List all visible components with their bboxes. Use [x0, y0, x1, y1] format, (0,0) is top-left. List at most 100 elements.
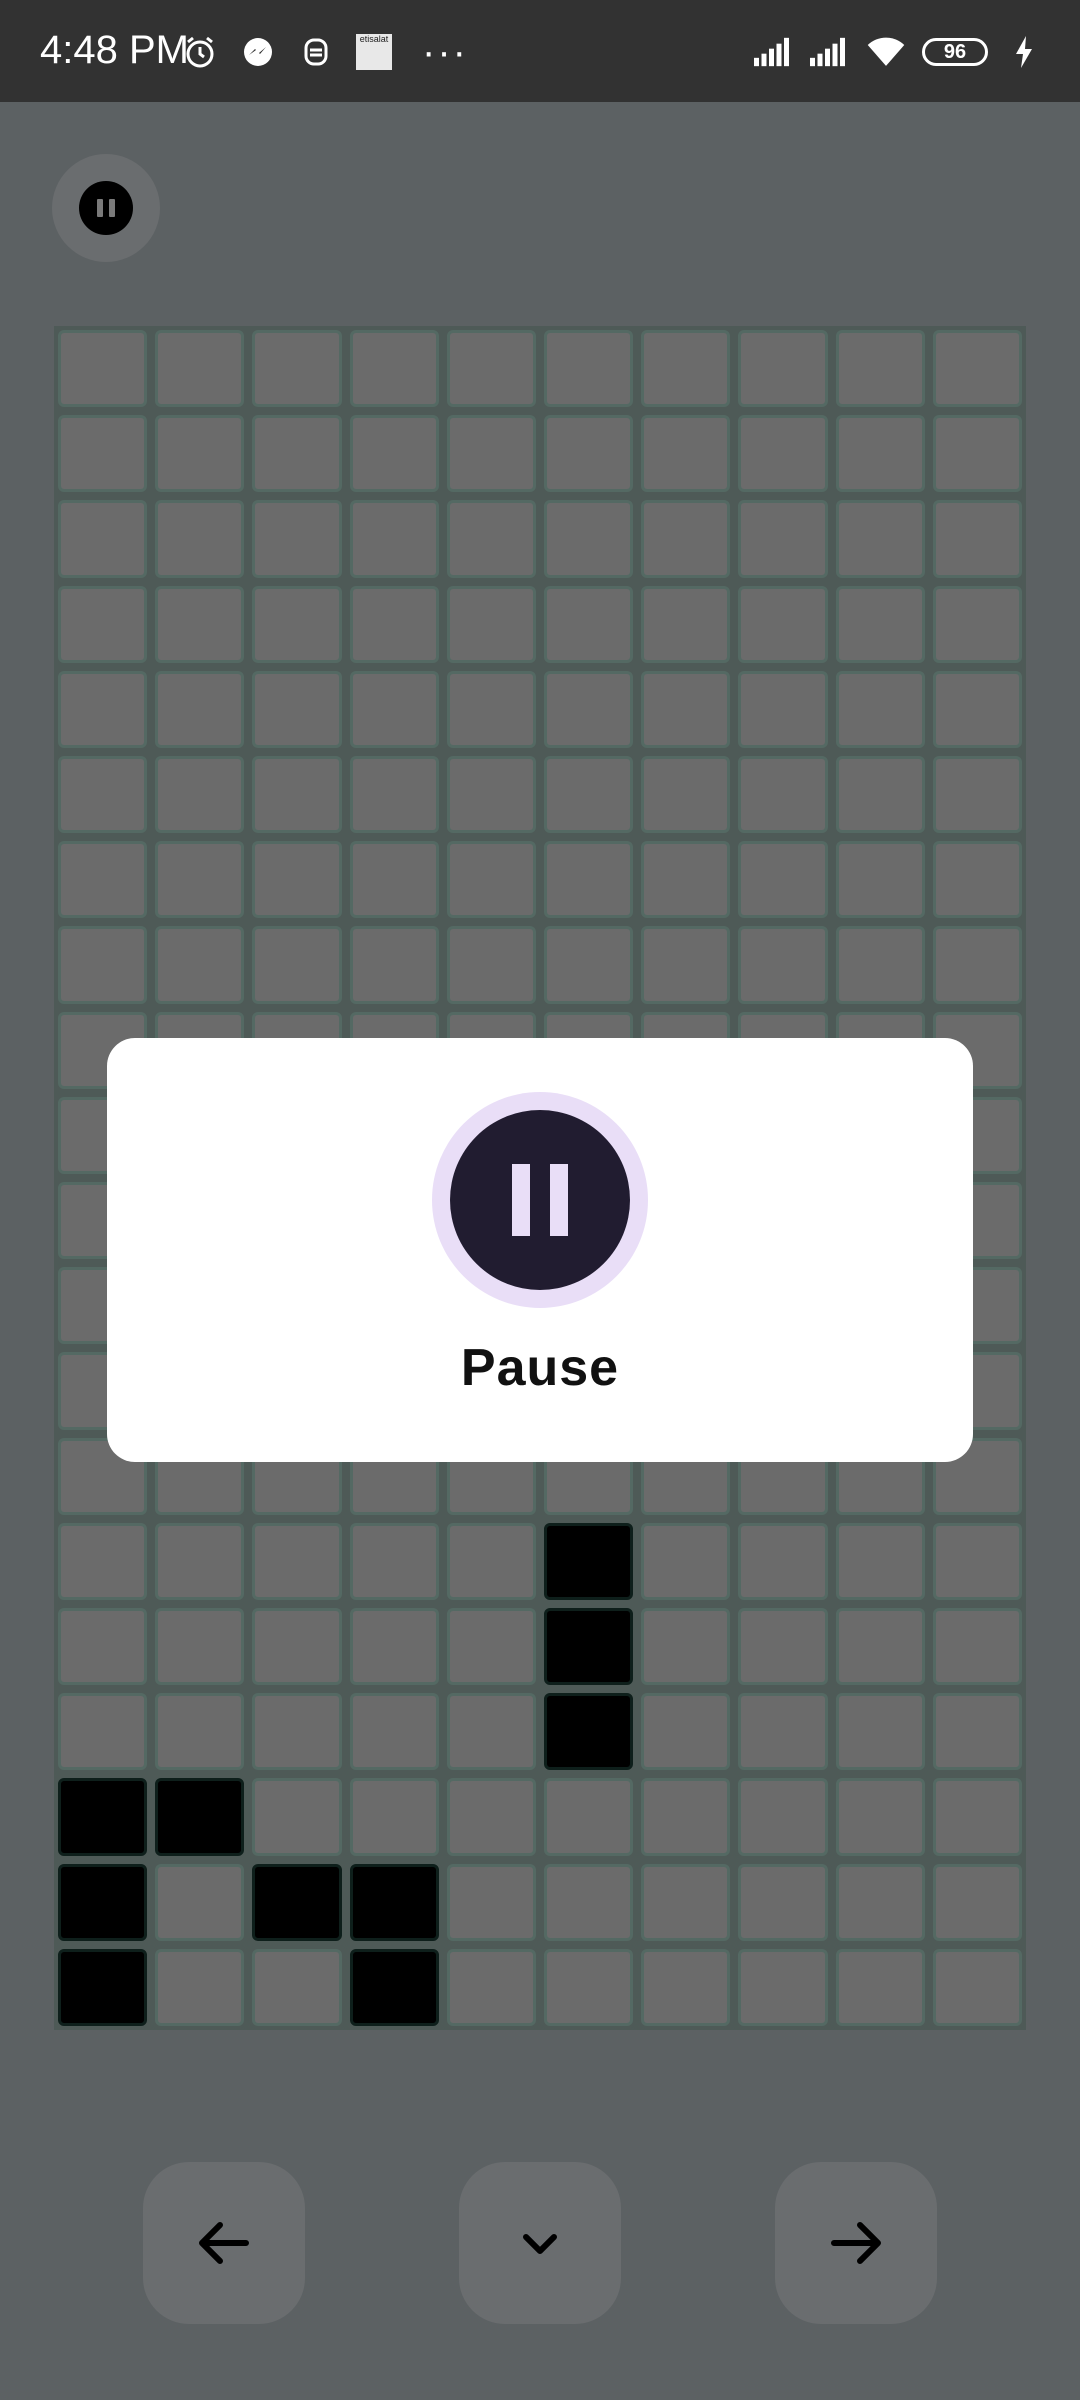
board-cell: [446, 1693, 536, 1771]
board-cell: [446, 585, 536, 663]
board-cell: [58, 415, 148, 493]
board-cell: [155, 670, 245, 748]
board-cell: [155, 841, 245, 919]
board-cell: [932, 756, 1022, 834]
board-cell: [835, 1522, 925, 1600]
board-cell: [155, 500, 245, 578]
board-cell: [349, 1693, 439, 1771]
board-cell: [835, 1863, 925, 1941]
board-cell: [544, 330, 634, 408]
board-cell: [544, 415, 634, 493]
charging-icon: [1004, 32, 1044, 72]
board-cell: [641, 500, 731, 578]
filled-cell: [544, 1693, 634, 1771]
board-cell: [835, 926, 925, 1004]
board-cell: [835, 585, 925, 663]
board-cell: [58, 330, 148, 408]
board-cell: [252, 756, 342, 834]
board-cell: [835, 500, 925, 578]
move-left-button[interactable]: [143, 2162, 305, 2324]
chevron-down-icon: [523, 2234, 557, 2254]
filled-cell: [252, 1863, 342, 1941]
board-cell: [349, 926, 439, 1004]
pause-button[interactable]: [52, 154, 160, 262]
pause-icon-ring: [432, 1092, 648, 1308]
dialog-title: Pause: [460, 1339, 620, 1397]
board-cell: [58, 1522, 148, 1600]
board-cell: [932, 670, 1022, 748]
board-cell: [835, 330, 925, 408]
board-cell: [738, 1863, 828, 1941]
board-cell: [641, 670, 731, 748]
board-cell: [835, 415, 925, 493]
signal-icon: [754, 32, 794, 72]
board-cell: [155, 1863, 245, 1941]
board-cell: [349, 500, 439, 578]
filled-cell: [58, 1778, 148, 1856]
pause-icon: [450, 1110, 630, 1290]
board-cell: [641, 841, 731, 919]
board-cell: [738, 926, 828, 1004]
board-cell: [252, 1778, 342, 1856]
board-cell: [835, 841, 925, 919]
board-cell: [349, 841, 439, 919]
board-cell: [349, 1778, 439, 1856]
board-cell: [835, 756, 925, 834]
board-cell: [349, 1522, 439, 1600]
board-cell: [932, 841, 1022, 919]
board-cell: [252, 1522, 342, 1600]
board-cell: [641, 756, 731, 834]
board-cell: [349, 415, 439, 493]
carrier-label: etisalat: [356, 34, 392, 70]
board-cell: [155, 1608, 245, 1686]
board-cell: [252, 926, 342, 1004]
board-cell: [544, 500, 634, 578]
board-cell: [446, 330, 536, 408]
board-cell: [58, 1693, 148, 1771]
filled-cell: [544, 1522, 634, 1600]
wifi-icon: [866, 32, 906, 72]
board-cell: [835, 1693, 925, 1771]
battery-level: 96: [943, 40, 967, 63]
board-cell: [738, 1608, 828, 1686]
board-cell: [544, 1948, 634, 2026]
board-cell: [932, 926, 1022, 1004]
board-cell: [252, 500, 342, 578]
board-cell: [155, 585, 245, 663]
board-cell: [155, 1693, 245, 1771]
alarm-icon: [180, 32, 220, 72]
board-cell: [835, 670, 925, 748]
board-cell: [738, 756, 828, 834]
board-cell: [641, 926, 731, 1004]
board-cell: [349, 670, 439, 748]
pause-icon: [79, 181, 133, 235]
pause-dialog: Pause: [107, 1038, 973, 1462]
board-cell: [932, 585, 1022, 663]
board-cell: [544, 585, 634, 663]
board-cell: [932, 1522, 1022, 1600]
board-cell: [641, 330, 731, 408]
filled-cell: [349, 1863, 439, 1941]
board-cell: [738, 841, 828, 919]
board-cell: [58, 585, 148, 663]
board-cell: [446, 926, 536, 1004]
board-cell: [738, 1948, 828, 2026]
move-right-button[interactable]: [775, 2162, 937, 2324]
board-cell: [446, 500, 536, 578]
board-cell: [932, 1948, 1022, 2026]
board-cell: [58, 756, 148, 834]
filled-cell: [58, 1948, 148, 2026]
board-cell: [155, 1522, 245, 1600]
board-cell: [58, 500, 148, 578]
board-cell: [641, 1948, 731, 2026]
board-cell: [446, 756, 536, 834]
drop-down-button[interactable]: [459, 2162, 621, 2324]
board-cell: [349, 330, 439, 408]
board-cell: [349, 756, 439, 834]
signal-icon: [810, 32, 850, 72]
board-cell: [252, 1948, 342, 2026]
board-cell: [446, 1778, 536, 1856]
board-cell: [446, 415, 536, 493]
more-dots-icon: ···: [422, 30, 468, 74]
board-cell: [446, 841, 536, 919]
